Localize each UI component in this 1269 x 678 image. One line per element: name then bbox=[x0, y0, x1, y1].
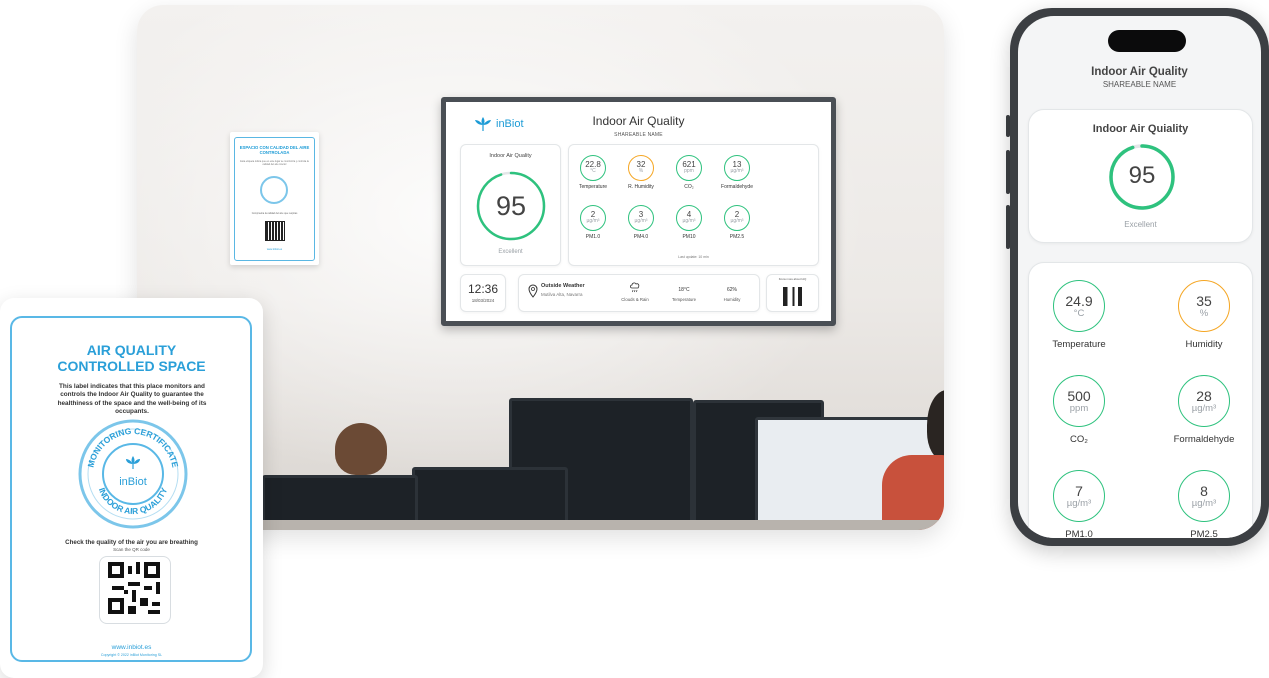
phone-metric-unit: µg/m³ bbox=[1066, 497, 1092, 509]
phone-metric-value: 500 bbox=[1067, 388, 1091, 404]
phone-metric-ring[interactable]: 35% bbox=[1178, 280, 1230, 332]
phone-metric-unit: °C bbox=[1073, 307, 1085, 319]
tv-weather-temp-label: Temperature bbox=[671, 297, 697, 302]
cert-title-line1: AIR QUALITY bbox=[86, 342, 177, 358]
phone-metric-unit: µg/m³ bbox=[1191, 402, 1217, 414]
cert-description: This label indicates that this place mon… bbox=[57, 383, 207, 416]
tv-weather-title: Outside Weather bbox=[541, 283, 585, 289]
phone-device: Indoor Air Quality SHAREABLE NAME Indoor… bbox=[1010, 8, 1269, 546]
sticker-heading: ESPACIO CON CALIDAD DEL AIRE CONTROLADA bbox=[239, 145, 310, 156]
tv-subtitle: SHAREABLE NAME bbox=[614, 132, 663, 138]
tv-weather-temp: 18°C bbox=[678, 287, 690, 293]
tv-metric-ring[interactable]: 4 µg/m³ bbox=[676, 205, 702, 231]
phone-metric-ring[interactable]: 7 µg/m³ bbox=[1053, 470, 1105, 522]
tv-metric-label: PM2.5 bbox=[729, 234, 745, 240]
sticker-body: Esta etiqueta indica que en este lugar s… bbox=[240, 160, 309, 167]
tv-qr-text: Know more about IAQ bbox=[778, 277, 807, 281]
tv-metric-unit: µg/m³ bbox=[586, 218, 600, 225]
wall-sticker: ESPACIO CON CALIDAD DEL AIRE CONTROLADA … bbox=[230, 132, 319, 265]
tv-date: 18/03/2024 bbox=[471, 298, 495, 303]
phone-metric-label: PM1.0 bbox=[1065, 529, 1093, 538]
tv-metric-unit: ppm bbox=[684, 168, 694, 175]
tv-dashboard: inBiot Indoor Air Quality SHAREABLE NAME… bbox=[441, 97, 836, 326]
tv-metric-ring[interactable]: 2 µg/m³ bbox=[724, 205, 750, 231]
tv-metric-unit: µg/m³ bbox=[682, 218, 696, 225]
phone-title: Indoor Air Quality bbox=[1091, 66, 1188, 78]
tv-metric-unit: °C bbox=[590, 168, 596, 175]
tv-title: Indoor Air Quality bbox=[592, 114, 685, 128]
phone-dynamic-island bbox=[1108, 30, 1186, 52]
tv-qr-code bbox=[783, 287, 802, 306]
tv-weather-hum: 62% bbox=[726, 287, 737, 293]
cert-title-line2: CONTROLLED SPACE bbox=[57, 358, 206, 374]
phone-screen: Indoor Air Quality SHAREABLE NAME Indoor… bbox=[1018, 16, 1261, 538]
sticker-seal bbox=[260, 176, 288, 204]
tv-time-card: 12:36 18/03/2024 bbox=[460, 274, 506, 312]
phone-iaq-status: Excellent bbox=[1124, 220, 1157, 229]
cert-qr-code bbox=[108, 562, 160, 614]
phone-metric-label: PM2.5 bbox=[1190, 529, 1218, 538]
phone-metric-value: 8 bbox=[1200, 483, 1208, 499]
phone-metric-label: CO₂ bbox=[1070, 434, 1088, 445]
person-shirt bbox=[882, 455, 944, 530]
tv-weather-location: Mutilva Alta, Navarra bbox=[541, 292, 583, 297]
tv-last-update: Last update: 10 min bbox=[678, 255, 709, 259]
person-head bbox=[335, 423, 387, 475]
certificate-label: AIR QUALITY CONTROLLED SPACE This label … bbox=[0, 298, 263, 678]
phone-metric-value: 28 bbox=[1196, 388, 1212, 404]
tv-metric-ring[interactable]: 13 µg/m³ bbox=[724, 155, 750, 181]
phone-metric-unit: ppm bbox=[1069, 402, 1089, 414]
phone-metric-ring[interactable]: 28 µg/m³ bbox=[1178, 375, 1230, 427]
tv-metric-unit: µg/m³ bbox=[634, 218, 648, 225]
phone-metric-label: Formaldehyde bbox=[1173, 434, 1235, 445]
phone-iaq-card: Indoor Air Quiality 95 Excellent bbox=[1028, 109, 1253, 243]
cert-seal-brand: inBiot bbox=[119, 476, 147, 488]
tv-iaq-card: Indoor Air Quality 95 Excellent bbox=[460, 144, 561, 266]
tv-metric-unit: µg/m³ bbox=[730, 218, 744, 225]
tv-time: 12:36 bbox=[467, 282, 499, 296]
phone-iaq-score: 95 bbox=[1128, 162, 1156, 189]
tv-metric-ring[interactable]: 2 µg/m³ bbox=[580, 205, 606, 231]
phone-iaq-label: Indoor Air Quiality bbox=[1092, 123, 1189, 135]
sticker-url: www.inbiot.es bbox=[266, 248, 283, 251]
monitoring-seal-icon: MONITORING CERTIFICATE INDOOR AIR QUALIT… bbox=[78, 419, 188, 529]
tv-weather-card: Outside Weather Mutilva Alta, Navarra Cl… bbox=[518, 274, 760, 312]
phone-metric-unit: % bbox=[1199, 307, 1209, 319]
sticker-footer: Comprueba la calidad del aire que respir… bbox=[251, 212, 298, 215]
location-pin-icon bbox=[528, 284, 538, 298]
phone-metric-ring[interactable]: 8 µg/m³ bbox=[1178, 470, 1230, 522]
tv-metric-unit: µg/m³ bbox=[730, 168, 744, 175]
tv-metric-ring[interactable]: 3 µg/m³ bbox=[628, 205, 654, 231]
cert-check-text: Check the quality of the air you are bre… bbox=[65, 539, 198, 546]
tv-iaq-status: Excellent bbox=[498, 249, 523, 255]
tv-metric-ring[interactable]: 22.8 °C bbox=[580, 155, 606, 181]
phone-metric-value: 35 bbox=[1196, 293, 1212, 309]
phone-metric-value: 24.9 bbox=[1065, 293, 1093, 309]
tv-metrics-card: 22.8 °C Temperature 32% R. Humidity 621 ppm CO₂… bbox=[568, 144, 819, 266]
phone-metrics-card: 24.9 °C Temperature 35% Humidity 500 ppm CO₂ 28 µ… bbox=[1028, 262, 1253, 538]
phone-metric-ring[interactable]: 500 ppm bbox=[1053, 375, 1105, 427]
cert-scan-text: Scan the QR code bbox=[113, 547, 150, 552]
tv-weather-hum-label: Humidity bbox=[723, 297, 741, 302]
phone-metric-unit: µg/m³ bbox=[1191, 497, 1217, 509]
phone-metric-label: Temperature bbox=[1052, 339, 1106, 350]
tv-weather-condition: Clouds & Rain bbox=[621, 297, 649, 302]
tv-metric-ring[interactable]: 621 ppm bbox=[676, 155, 702, 181]
phone-subtitle: SHAREABLE NAME bbox=[1102, 80, 1177, 89]
phone-metric-ring[interactable]: 24.9 °C bbox=[1053, 280, 1105, 332]
tv-qr-card[interactable]: Know more about IAQ bbox=[766, 274, 819, 312]
phone-metric-label: Humidity bbox=[1185, 339, 1223, 350]
cloud-rain-icon bbox=[630, 282, 640, 293]
cert-seal: MONITORING CERTIFICATE INDOOR AIR QUALIT… bbox=[77, 418, 189, 530]
tv-metric-label: Formaldehyde bbox=[721, 184, 753, 190]
tv-iaq-score: 95 bbox=[495, 191, 527, 221]
tv-iaq-label: Indoor Air Quality bbox=[489, 153, 532, 159]
cert-url[interactable]: www.inbiot.es bbox=[0, 644, 263, 651]
phone-metric-value: 7 bbox=[1075, 483, 1083, 499]
sticker-qr bbox=[265, 221, 285, 241]
cert-copyright: Copyright © 2022 inBiot Monitoring SL bbox=[100, 653, 163, 657]
tv-metric-ring[interactable]: 32% bbox=[628, 155, 654, 181]
tv-metric-unit: % bbox=[638, 168, 644, 175]
